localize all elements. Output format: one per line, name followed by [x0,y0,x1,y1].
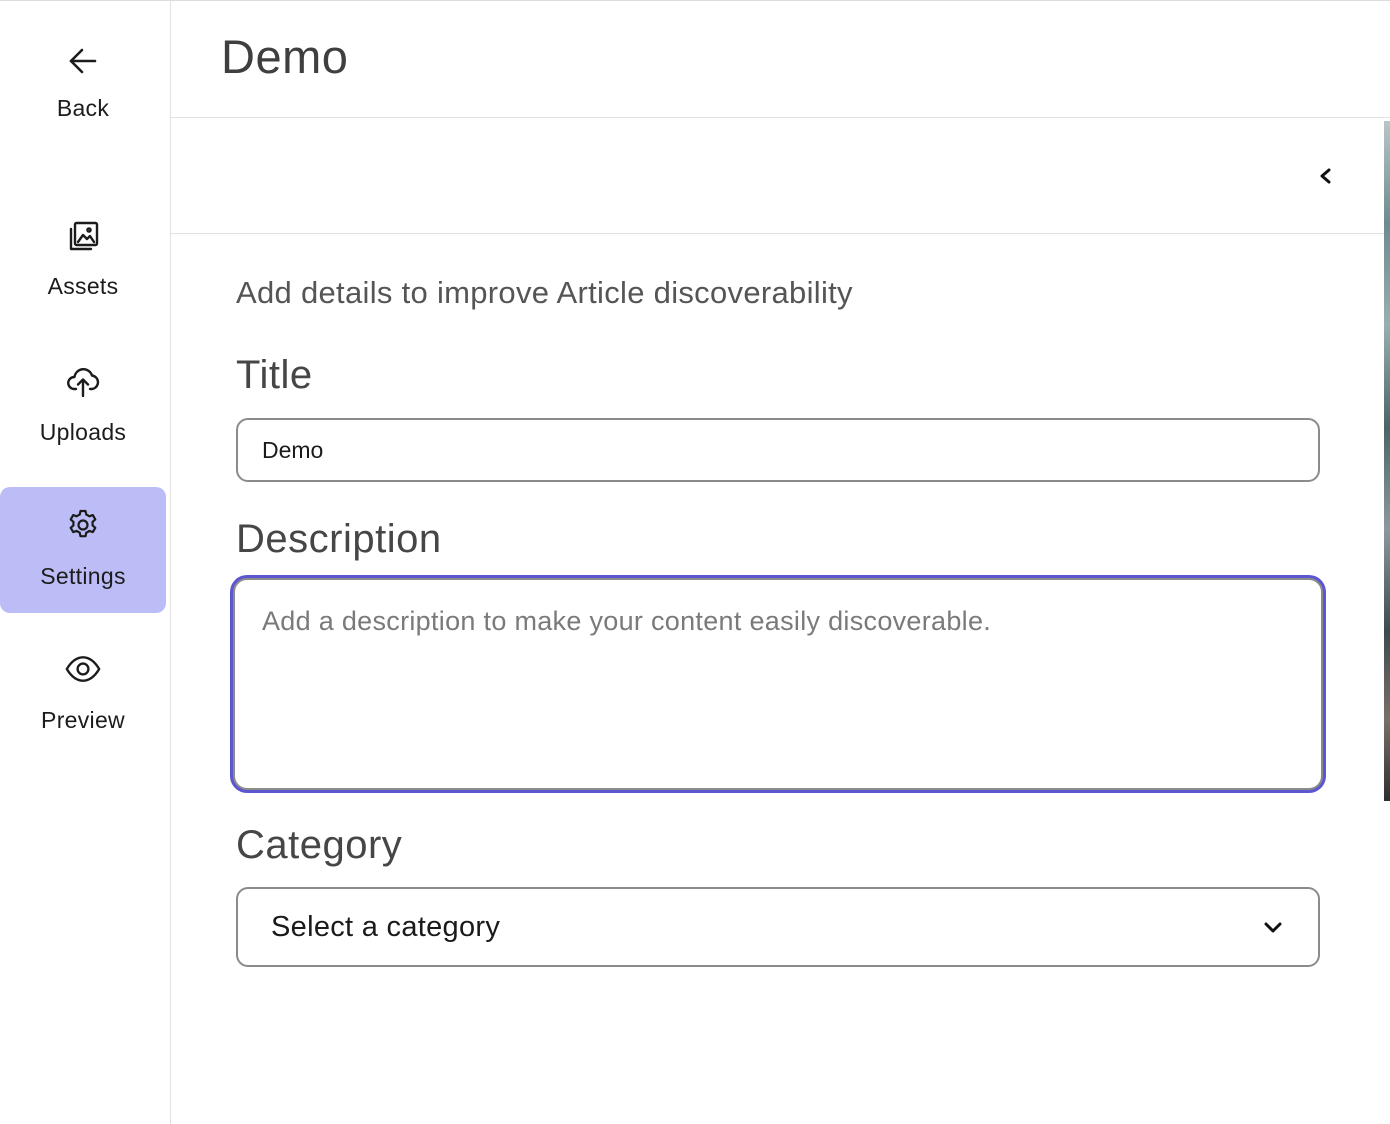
sidebar-item-label: Uploads [39,419,127,445]
sidebar: Back Assets Uploads Settings Preview [0,1,171,1124]
images-icon [65,219,101,255]
page-header: Demo [171,1,1390,118]
form-intro: Add details to improve Article discovera… [236,275,853,310]
arrow-left-icon [65,43,101,79]
category-selected-value: Select a category [271,910,501,943]
collapse-panel-button[interactable] [1312,162,1340,190]
sidebar-item-label: Back [56,95,110,121]
gear-icon [65,507,101,543]
description-label: Description [236,517,442,561]
sidebar-item-uploads[interactable]: Uploads [0,363,166,463]
panel-toolbar [171,118,1384,234]
sidebar-item-settings[interactable]: Settings [0,487,166,613]
sidebar-item-label: Assets [47,273,119,299]
sidebar-item-label: Preview [41,707,125,733]
sidebar-item-assets[interactable]: Assets [0,219,166,319]
app-window: Back Assets Uploads Settings Preview Dem… [0,0,1390,1124]
title-label: Title [236,353,313,397]
preview-image-edge [1384,121,1390,801]
sidebar-item-back[interactable]: Back [0,43,166,143]
page-title: Demo [221,30,349,83]
title-input[interactable] [236,418,1320,482]
chevron-down-icon [1260,914,1286,940]
category-select[interactable]: Select a category [236,887,1320,967]
cloud-upload-icon [65,363,101,399]
chevron-left-icon [1312,162,1340,190]
category-label: Category [236,823,403,867]
eye-icon [65,651,101,687]
description-input[interactable] [233,578,1323,790]
sidebar-item-preview[interactable]: Preview [0,651,166,751]
sidebar-item-label: Settings [40,563,126,589]
